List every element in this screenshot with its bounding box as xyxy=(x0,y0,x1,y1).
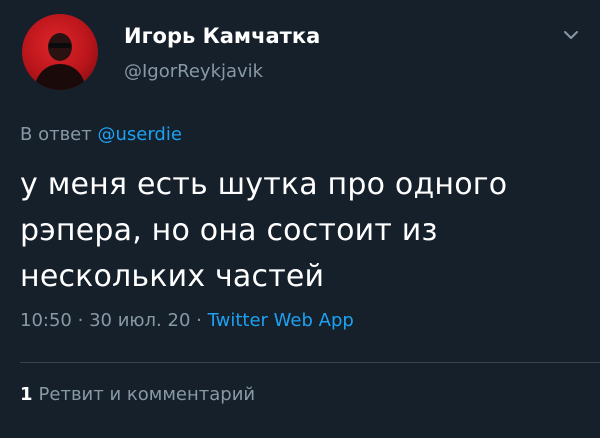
reply-context: В ответ @userdie xyxy=(20,124,182,145)
display-name[interactable]: Игорь Камчатка xyxy=(124,24,320,48)
user-handle[interactable]: @IgorReykjavik xyxy=(124,61,263,82)
tweet-text: у меня есть шутка про одного рэпера, но … xyxy=(20,167,508,294)
retweet-stats[interactable]: 1 Ретвит и комментарий xyxy=(20,384,255,405)
tweet-source-link[interactable]: Twitter Web App xyxy=(208,310,354,331)
chevron-down-icon[interactable] xyxy=(562,28,580,42)
reply-mention-link[interactable]: @userdie xyxy=(97,124,181,145)
retweet-label: Ретвит и комментарий xyxy=(38,384,256,405)
divider xyxy=(20,362,600,363)
avatar[interactable] xyxy=(22,14,98,90)
reply-prefix: В ответ xyxy=(20,124,92,145)
tweet-time[interactable]: 10:50 xyxy=(20,310,72,331)
meta-separator: · xyxy=(196,310,202,331)
tweet-date[interactable]: 30 июл. 20 xyxy=(89,310,190,331)
retweet-count: 1 xyxy=(20,384,33,405)
profile-photo-icon xyxy=(34,33,86,90)
meta-separator: · xyxy=(77,310,84,331)
tweet-meta: 10:50 · 30 июл. 20 · Twitter Web App xyxy=(20,310,354,331)
